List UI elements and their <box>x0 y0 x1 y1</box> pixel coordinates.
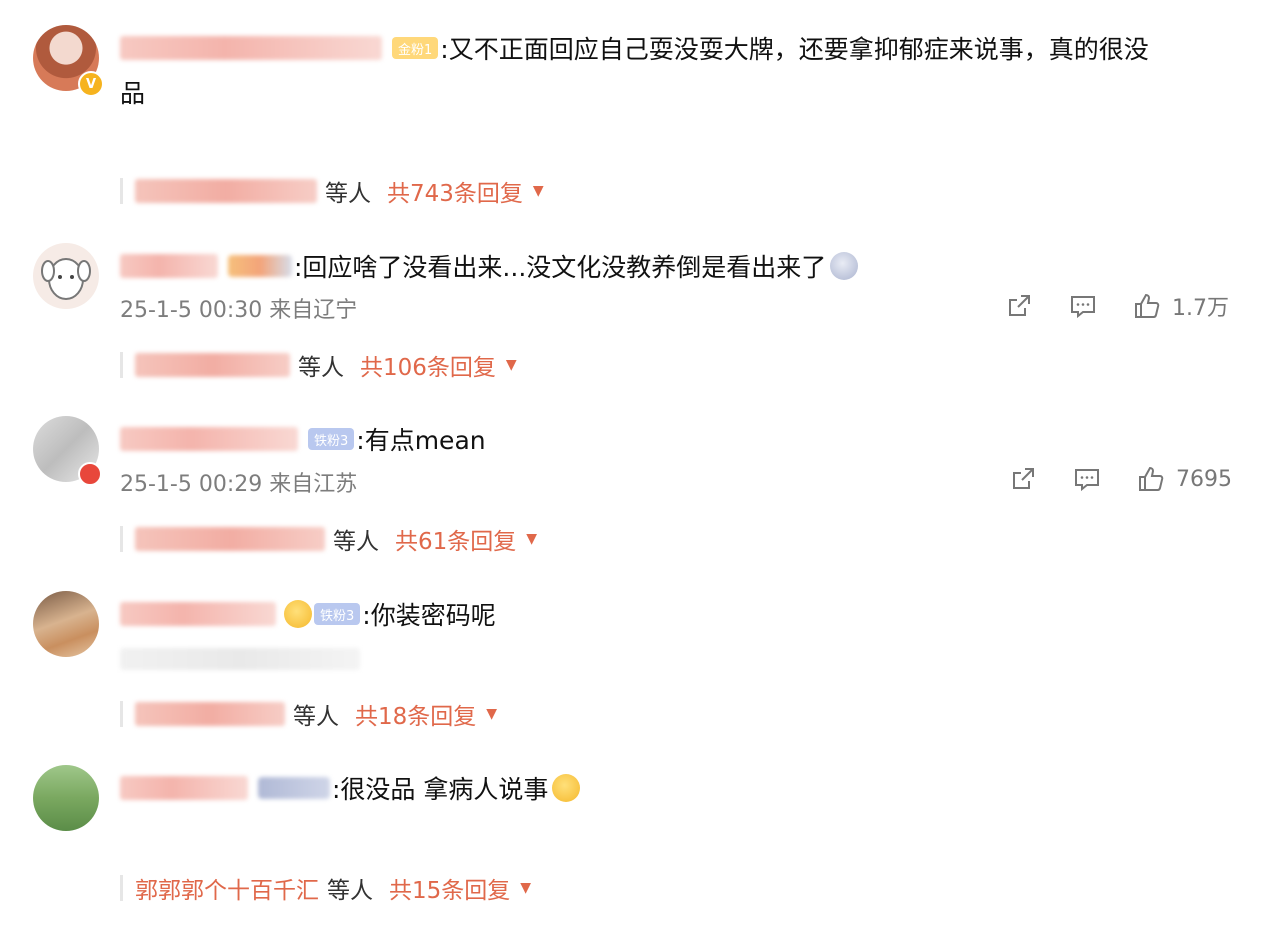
reply-etc: 等人 <box>327 878 373 904</box>
comment-text: :你装密码呢 <box>362 601 496 630</box>
comment-time-location: 25-1-5 00:30 来自辽宁 <box>120 298 358 323</box>
divider <box>120 352 123 378</box>
comment-button[interactable] <box>1072 464 1102 494</box>
reply-user-names[interactable]: 郭郭郭个十百千汇 <box>135 871 319 905</box>
replies-summary[interactable]: 等人 共61条回复 ▼ <box>120 522 537 556</box>
share-icon <box>1013 468 1034 489</box>
reply-etc: 等人 <box>293 704 339 730</box>
reply-count[interactable]: 共106条回复 <box>360 348 496 382</box>
username[interactable] <box>120 602 276 626</box>
username[interactable] <box>120 36 382 60</box>
reply-etc: 等人 <box>298 355 344 381</box>
fan-badge: 铁粉3 <box>308 428 355 450</box>
comment-meta-blurred <box>120 648 360 670</box>
comment-text: :很没品 拿病人说事 <box>332 775 549 804</box>
replies-summary[interactable]: 等人 共18条回复 ▼ <box>120 697 497 731</box>
comment-text-continued: 品 <box>120 79 146 108</box>
avatar[interactable] <box>33 591 99 657</box>
emoji-icon <box>830 252 859 280</box>
like-count: 7695 <box>1176 466 1232 492</box>
username[interactable] <box>120 254 218 278</box>
thumbs-up-icon <box>1139 466 1164 491</box>
comment-icon <box>1071 296 1095 319</box>
replies-summary[interactable]: 郭郭郭个十百千汇 等人 共15条回复 ▼ <box>120 871 531 905</box>
reply-user-names <box>135 702 285 726</box>
reply-etc: 等人 <box>333 529 379 555</box>
fan-badge: 金粉1 <box>392 37 439 59</box>
thumbs-up-icon <box>1135 293 1160 318</box>
like-button[interactable]: 1.7万 <box>1132 290 1229 322</box>
emoji-icon <box>552 774 581 802</box>
crown-icon <box>284 600 312 628</box>
reply-count[interactable]: 共15条回复 <box>389 871 510 905</box>
avatar[interactable] <box>33 243 99 309</box>
cartoon-avatar-icon <box>41 258 91 300</box>
caret-down-icon[interactable]: ▼ <box>533 183 544 199</box>
verified-icon: V <box>78 71 104 97</box>
comment-button[interactable] <box>1068 291 1098 321</box>
reply-count[interactable]: 共61条回复 <box>395 522 516 556</box>
share-button[interactable] <box>1004 291 1034 321</box>
comment-icon <box>1075 469 1099 492</box>
divider <box>120 701 123 727</box>
fan-badge: 铁粉3 <box>314 603 361 625</box>
comment-time-location: 25-1-5 00:29 来自江苏 <box>120 472 358 497</box>
caret-down-icon[interactable]: ▼ <box>520 880 531 896</box>
reply-count[interactable]: 共743条回复 <box>387 174 523 208</box>
username[interactable] <box>120 427 298 451</box>
reply-etc: 等人 <box>325 181 371 207</box>
share-icon <box>1009 295 1030 316</box>
replies-summary[interactable]: 等人 共743条回复 ▼ <box>120 174 544 208</box>
reply-user-names <box>135 527 325 551</box>
verified-icon <box>78 462 102 486</box>
fan-badge <box>258 777 330 799</box>
like-button[interactable]: 7695 <box>1136 464 1232 494</box>
reply-count[interactable]: 共18条回复 <box>355 697 476 731</box>
caret-down-icon[interactable]: ▼ <box>506 357 517 373</box>
divider <box>120 526 123 552</box>
comment-text: :回应啥了没看出来...没文化没教养倒是看出来了 <box>294 253 827 282</box>
comment-text: :有点mean <box>356 426 486 455</box>
divider <box>120 875 123 901</box>
caret-down-icon[interactable]: ▼ <box>486 706 497 722</box>
comment-text: :又不正面回应自己耍没耍大牌，还要拿抑郁症来说事，真的很没 <box>440 35 1149 64</box>
like-count: 1.7万 <box>1172 296 1229 321</box>
avatar[interactable] <box>33 765 99 831</box>
replies-summary[interactable]: 等人 共106条回复 ▼ <box>120 348 517 382</box>
divider <box>120 178 123 204</box>
username[interactable] <box>120 776 248 800</box>
reply-user-names <box>135 179 317 203</box>
reply-user-names <box>135 353 290 377</box>
caret-down-icon[interactable]: ▼ <box>526 531 537 547</box>
share-button[interactable] <box>1008 464 1038 494</box>
fan-badge <box>228 255 292 277</box>
